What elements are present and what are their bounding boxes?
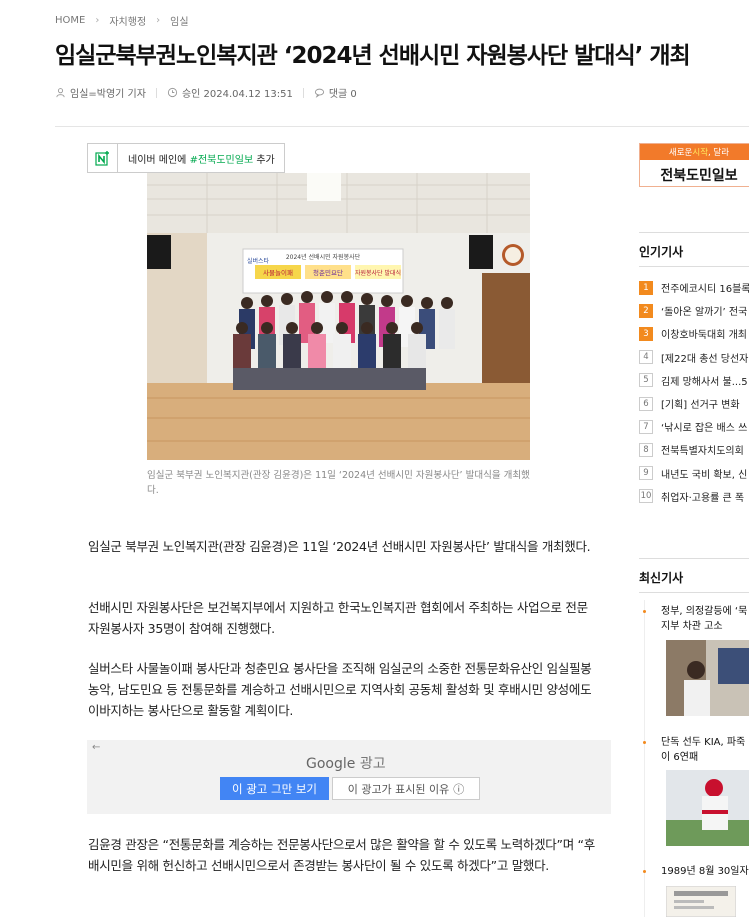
naver-subscribe-text: 네이버 메인에 #전북도민일보 추가 <box>118 151 284 166</box>
latest-title: 최신기사 <box>639 571 684 585</box>
google-ad-suffix: 광고 <box>355 756 386 772</box>
photo-banner-left: 사물놀이패 <box>263 268 293 277</box>
rank-number: 8 <box>639 442 653 457</box>
approved-info: 승인 2024.04.12 13:51 <box>167 85 293 100</box>
banner-top-c: , 달라 <box>708 148 730 158</box>
breadcrumb-home[interactable]: HOME <box>55 15 85 26</box>
banner-top: 새로운 시작, 달라 <box>640 144 749 160</box>
google-logo: Google <box>306 756 356 772</box>
popular-title: 인기기사 <box>639 245 684 259</box>
latest-item-title: 정부, 의정갈등에 ‘묵 복지부 차관 고소 <box>661 606 749 632</box>
photo-banner-logo: 실버스타 <box>247 257 270 265</box>
naver-icon <box>88 144 118 172</box>
photo-caption: 임실군 북부권 노인복지관(관장 김윤경)은 11일 ‘2024년 선배시민 자… <box>147 470 530 496</box>
rank-title: 내년도 국비 확보, 신 <box>661 469 748 481</box>
naver-subscribe-button[interactable]: 네이버 메인에 #전북도민일보 추가 <box>87 143 285 173</box>
why-this-ad-label: 이 광고가 표시된 이유 <box>347 782 450 796</box>
rank-number: 9 <box>639 466 653 481</box>
latest-item-title: 단독 선두 KIA, 파죽 없이 6연패 <box>661 737 749 763</box>
list-item[interactable]: 10 취업자·고용률 큰 폭 <box>639 485 749 508</box>
article-paragraph: 실버스타 사물놀이패 봉사단과 청춘민요 봉사단을 조직해 임실군의 소중한 전… <box>88 661 592 718</box>
section-divider <box>639 232 749 233</box>
article-paragraph: 임실군 북부권 노인복지관(관장 김윤경)은 11일 ‘2024년 선배시민 자… <box>88 539 591 554</box>
list-item[interactable]: 5 김제 망해사서 불...5 <box>639 369 749 392</box>
rank-number: 3 <box>639 326 653 341</box>
rank-title: [기획] 선거구 변화 <box>661 400 740 412</box>
breadcrumb-subsection[interactable]: 임실 <box>170 13 188 28</box>
rank-number: 1 <box>639 280 653 295</box>
naver-brand: #전북도민일보 <box>189 154 254 166</box>
author-name: 임실=박영기 기자 <box>70 89 146 100</box>
comment-count: 댓글 0 <box>328 89 357 100</box>
latest-item-title: 1989년 8월 30일자 1 <box>661 866 749 877</box>
meta-divider <box>155 87 157 98</box>
article-title: 임실군북부권노인복지관 ‘2024년 선배시민 자원봉사단 발대식’ 개최 <box>55 43 691 69</box>
sidebar: 새로운 시작, 달라 전북도민일보 인기기사 1 전주에코시티 16블록 2 ‘돌아… <box>639 0 749 917</box>
section-divider <box>639 592 749 593</box>
info-icon: ⓘ <box>453 782 465 796</box>
list-item[interactable]: 6 [기획] 선거구 변화 <box>639 392 749 415</box>
newspaper-banner[interactable]: 새로운 시작, 달라 전북도민일보 <box>639 143 749 187</box>
bullet-dot <box>643 870 646 873</box>
breadcrumb: HOME › 자치행정 › 임실 <box>55 13 189 28</box>
chevron-right-icon: › <box>95 15 100 26</box>
list-item[interactable]: 1 전주에코시티 16블록 <box>639 276 749 299</box>
list-item[interactable]: 2 ‘돌아온 알까기’ 전국 <box>639 299 749 322</box>
rank-number: 4 <box>639 350 653 365</box>
article-paragraph: 김윤경 관장은 “전통문화를 계승하는 전문봉사단으로서 많은 활약을 할 수 … <box>88 837 595 873</box>
photo-banner-line1: 2024년 선배시민 자원봉사단 <box>286 253 361 261</box>
banner-top-a: 새로운 <box>668 148 693 158</box>
list-item[interactable]: 7 ‘낚시로 잡은 배스 쓰 <box>639 415 749 438</box>
banner-top-b: 시작 <box>692 148 709 158</box>
list-item[interactable]: 3 이창호바둑대회 개최 <box>639 322 749 345</box>
stop-ad-button[interactable]: 이 광고 그만 보기 <box>220 777 329 800</box>
comment-icon <box>314 88 324 98</box>
google-ad-label: Google 광고 <box>306 753 386 773</box>
why-this-ad-button[interactable]: 이 광고가 표시된 이유 ⓘ <box>332 777 480 800</box>
article-meta: 임실=박영기 기자 승인 2024.04.12 13:51 댓글 0 <box>55 85 357 100</box>
bullet-dot <box>643 610 646 613</box>
banner-logo-text: 전북도민일보 <box>660 168 738 184</box>
rank-number: 6 <box>639 396 653 411</box>
list-item[interactable]: 8 전북특별자치도의회 <box>639 438 749 461</box>
rank-title: [제22대 총선 당선자 <box>661 353 749 365</box>
photo-banner-mid: 청춘민요단 <box>313 268 343 277</box>
bullet-dot <box>643 741 646 744</box>
google-ad-panel: ← Google 광고 이 광고 그만 보기 이 광고가 표시된 이유 ⓘ <box>87 740 611 814</box>
list-item[interactable]: 9 내년도 국비 확보, 신 <box>639 462 749 485</box>
back-arrow-icon[interactable]: ← <box>92 742 100 753</box>
latest-item-thumbnail <box>666 640 749 716</box>
rank-number: 2 <box>639 303 653 318</box>
clock-icon <box>167 87 178 98</box>
author-info: 임실=박영기 기자 <box>55 85 146 100</box>
rank-title: ‘돌아온 알까기’ 전국 <box>661 307 748 319</box>
rank-title: 전주에코시티 16블록 <box>661 284 749 296</box>
rank-number: 7 <box>639 419 653 434</box>
approved-date: 승인 2024.04.12 13:51 <box>181 89 293 100</box>
rank-title: 김제 망해사서 불...5 <box>661 376 748 388</box>
naver-prefix: 네이버 메인에 <box>128 154 190 166</box>
meta-divider <box>302 87 304 98</box>
list-item[interactable]: 4 [제22대 총선 당선자 <box>639 346 749 369</box>
photo-banner-right: 자원봉사단 발대식 <box>355 269 401 277</box>
section-divider <box>639 266 749 267</box>
article-photo: 2024년 선배시민 자원봉사단 사물놀이패 청춘민요단 자원봉사단 발대식 실… <box>147 173 530 460</box>
section-divider <box>639 558 749 559</box>
comments-link[interactable]: 댓글 0 <box>314 85 357 100</box>
rank-title: 전북특별자치도의회 <box>661 446 744 458</box>
article-paragraph: 선배시민 자원봉사단은 보건복지부에서 지원하고 한국노인복지관 협회에서 주최… <box>88 600 588 636</box>
breadcrumb-section[interactable]: 자치행정 <box>109 13 146 28</box>
naver-suffix: 추가 <box>253 154 275 166</box>
latest-item-thumbnail <box>666 886 736 917</box>
rank-title: ‘낚시로 잡은 배스 쓰 <box>661 423 748 435</box>
rank-title: 이창호바둑대회 개최 <box>661 330 747 342</box>
popular-list: 1 전주에코시티 16블록 2 ‘돌아온 알까기’ 전국 3 이창호바둑대회 개최 4… <box>639 276 749 508</box>
rank-title: 취업자·고용률 큰 폭 <box>661 492 745 504</box>
rank-number: 10 <box>639 489 653 504</box>
rank-number: 5 <box>639 373 653 388</box>
chevron-right-icon: › <box>156 15 161 26</box>
latest-item-thumbnail <box>666 770 749 846</box>
person-icon <box>56 88 65 98</box>
